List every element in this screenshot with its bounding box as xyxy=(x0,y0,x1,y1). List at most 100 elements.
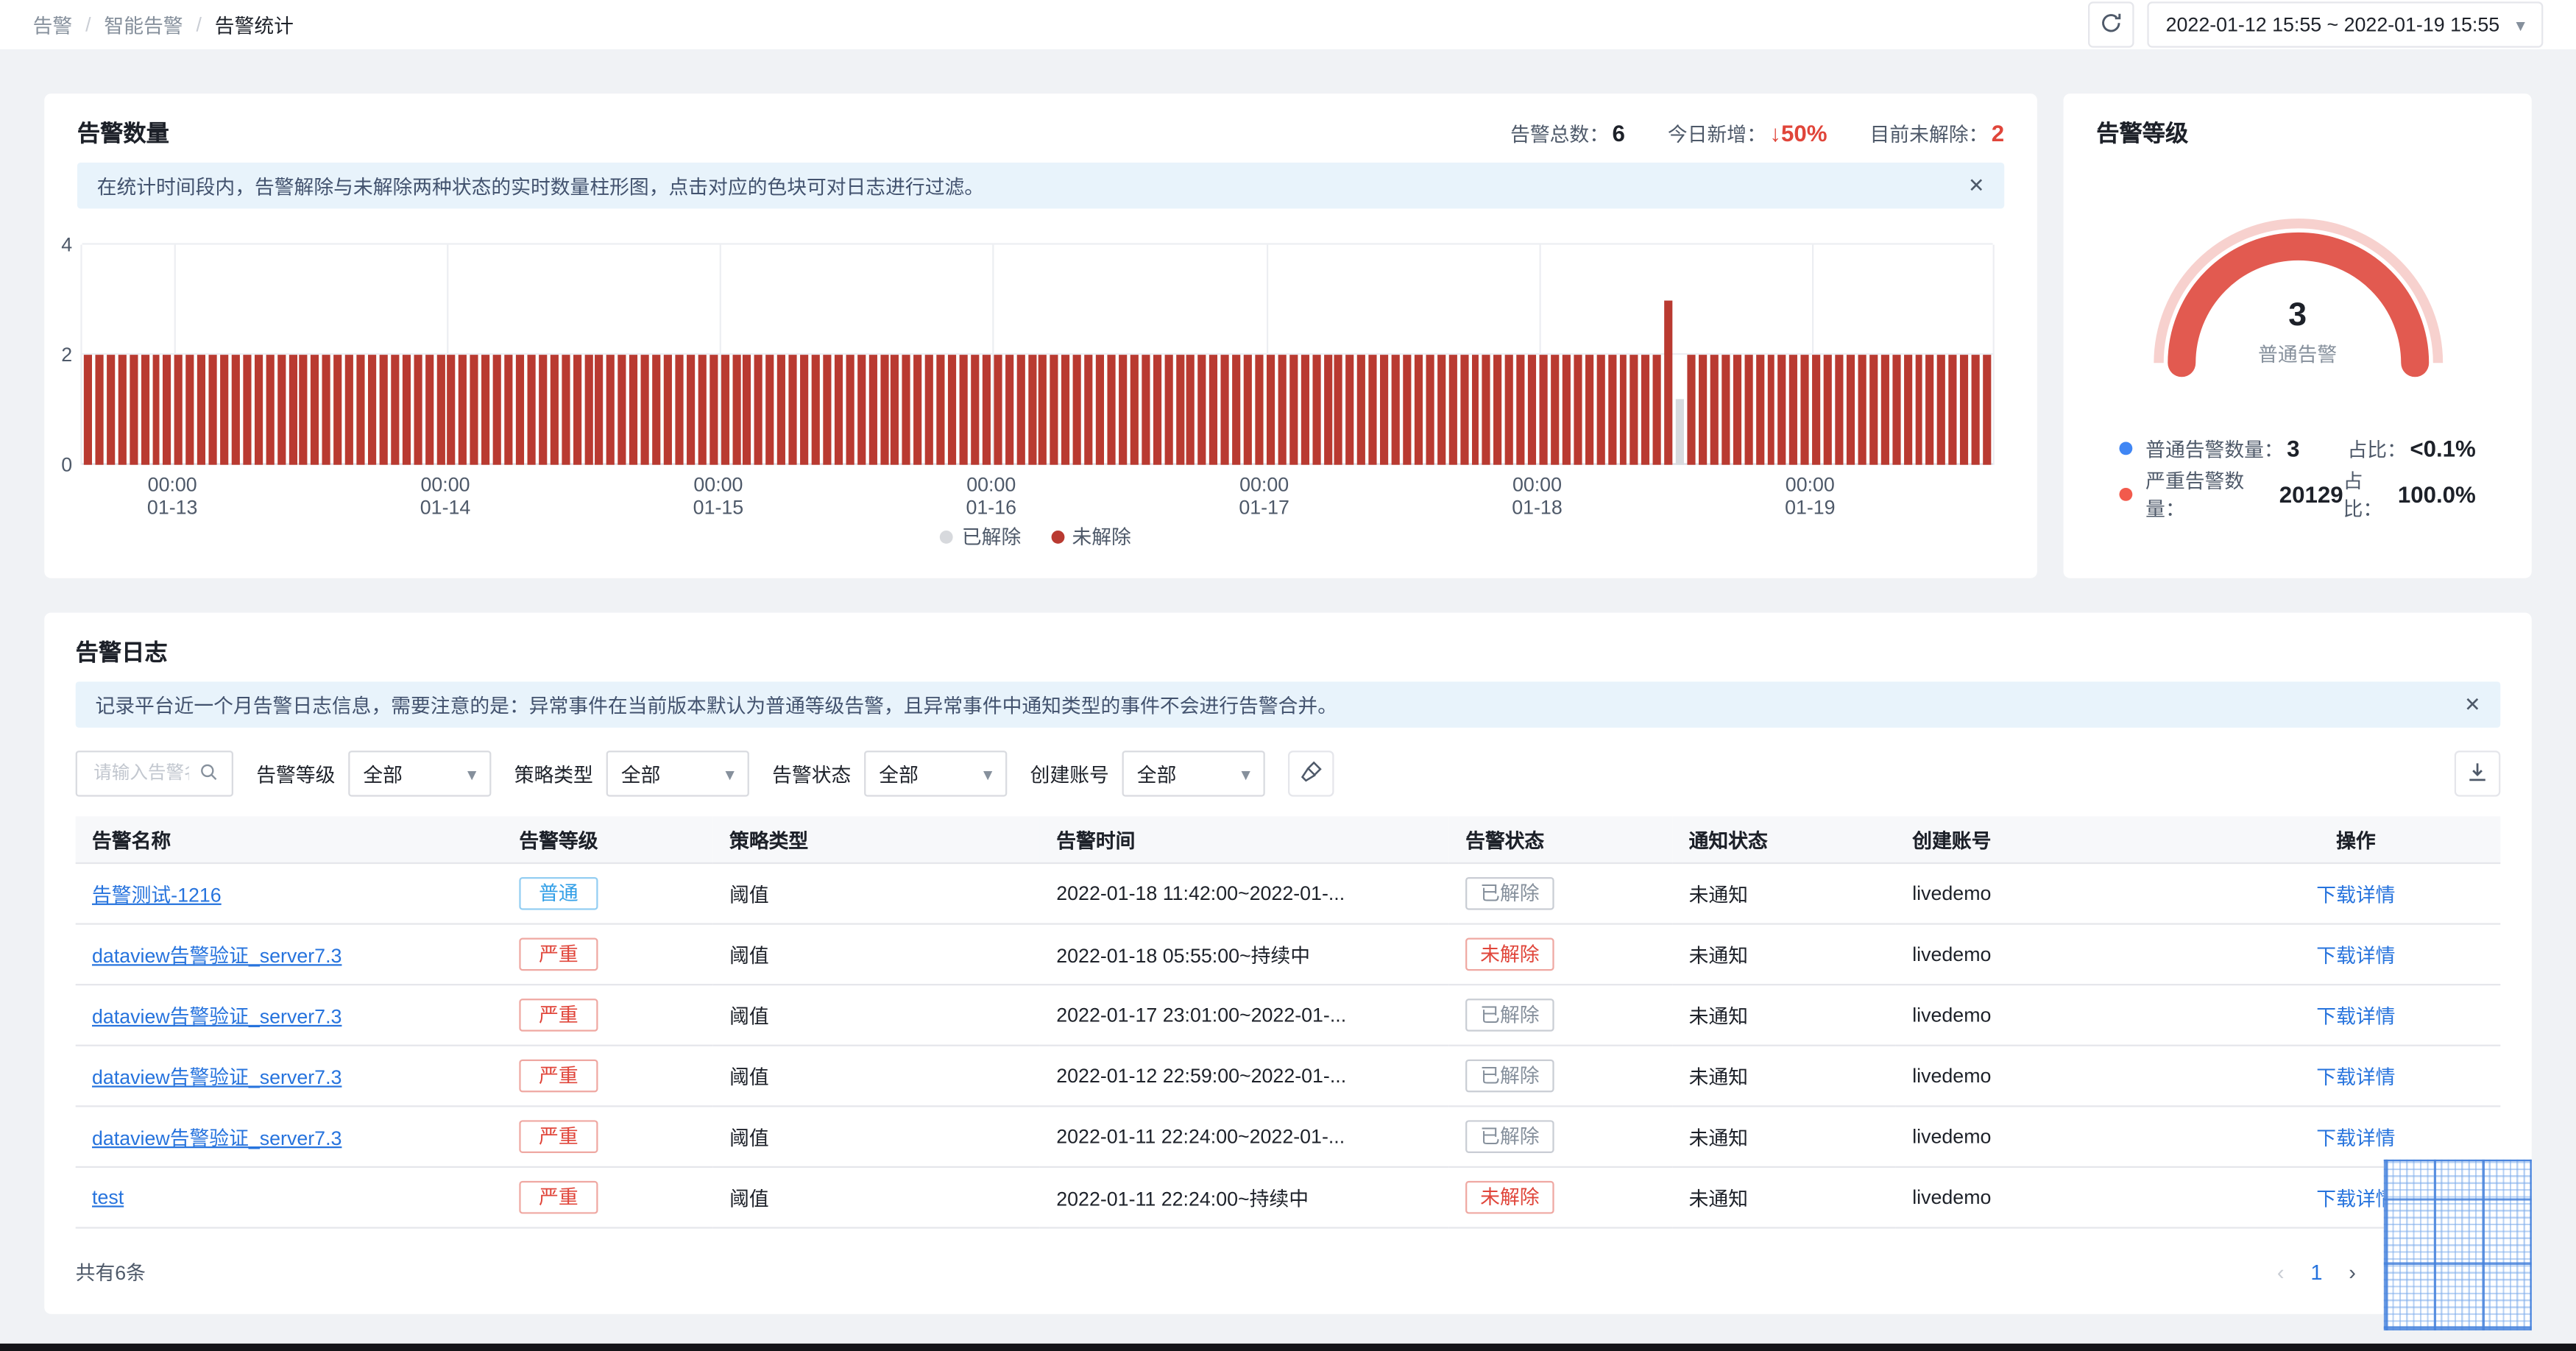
chart-bar[interactable] xyxy=(368,355,377,465)
chart-bar[interactable] xyxy=(379,355,388,465)
chart-bar[interactable] xyxy=(1482,355,1491,465)
chart-bar[interactable] xyxy=(629,355,638,465)
filter-select-2[interactable]: 全部 ▾ xyxy=(864,751,1008,797)
alert-name-link[interactable]: dataview告警验证_server7.3 xyxy=(92,1004,342,1027)
chart-bar[interactable] xyxy=(1835,355,1844,465)
chart-bar[interactable] xyxy=(1471,355,1480,465)
chart-bar[interactable] xyxy=(1175,355,1184,465)
chart-bar[interactable] xyxy=(573,355,581,465)
chart-bar[interactable] xyxy=(1664,299,1673,465)
chart-bar[interactable] xyxy=(686,355,695,465)
chart-bar[interactable] xyxy=(481,355,490,465)
chart-bar[interactable] xyxy=(1960,355,1969,465)
chart-bar[interactable] xyxy=(1539,355,1548,465)
chart-bar[interactable] xyxy=(982,355,991,465)
chart-bar[interactable] xyxy=(1687,355,1696,465)
chart-bar[interactable] xyxy=(83,355,92,465)
chart-bar[interactable] xyxy=(1437,355,1446,465)
close-icon[interactable]: ✕ xyxy=(2464,693,2480,716)
chart-bar[interactable] xyxy=(618,355,627,465)
chart-bar[interactable] xyxy=(1926,355,1935,465)
date-range-picker[interactable]: 2022-01-12 15:55 ~ 2022-01-19 15:55 ▾ xyxy=(2148,1,2544,48)
chart-bar[interactable] xyxy=(1641,355,1650,465)
chart-bar[interactable] xyxy=(1948,355,1958,465)
alert-name-link[interactable]: dataview告警验证_server7.3 xyxy=(92,943,342,966)
chart-bar[interactable] xyxy=(277,355,286,465)
pagination-next-icon[interactable]: › xyxy=(2349,1259,2356,1283)
chart-bar[interactable] xyxy=(1971,355,1980,465)
chart-bar[interactable] xyxy=(390,355,400,465)
chart-bar[interactable] xyxy=(1426,355,1434,465)
chart-bar[interactable] xyxy=(1164,355,1172,465)
chart-bar[interactable] xyxy=(1937,355,1946,465)
chart-bar[interactable] xyxy=(1892,355,1900,465)
chart-bar[interactable] xyxy=(606,355,615,465)
chart-bars[interactable] xyxy=(82,245,1993,465)
chart-bar[interactable] xyxy=(1653,355,1662,465)
chart-bar[interactable] xyxy=(1812,355,1821,465)
chart-bar[interactable] xyxy=(1391,355,1400,465)
chart-bar[interactable] xyxy=(1858,355,1866,465)
chart-bar[interactable] xyxy=(1301,355,1309,465)
chart-bar[interactable] xyxy=(333,355,342,465)
download-detail-link[interactable]: 下载详情 xyxy=(2316,943,2395,966)
chart-bar[interactable] xyxy=(300,355,308,465)
chart-bar[interactable] xyxy=(1380,355,1389,465)
chart-bar[interactable] xyxy=(1278,355,1287,465)
chart-bar[interactable] xyxy=(515,355,525,465)
chart-bar[interactable] xyxy=(1289,355,1298,465)
chart-bar[interactable] xyxy=(231,355,240,465)
legend-item-未解除[interactable]: 未解除 xyxy=(1050,522,1131,550)
chart-bar[interactable] xyxy=(788,355,797,465)
chart-bar[interactable] xyxy=(208,355,217,465)
chart-bar[interactable] xyxy=(288,355,297,465)
chart-bar[interactable] xyxy=(1801,355,1810,465)
chart-bar[interactable] xyxy=(777,355,786,465)
chart-bar[interactable] xyxy=(868,355,877,465)
chart-bar[interactable] xyxy=(811,355,820,465)
chart-bar[interactable] xyxy=(1243,355,1252,465)
chart-bar[interactable] xyxy=(185,355,194,465)
chart-bar[interactable] xyxy=(265,355,275,465)
chart-bar[interactable] xyxy=(1061,355,1070,465)
chart-bar[interactable] xyxy=(550,355,559,465)
chart-bar[interactable] xyxy=(425,355,434,465)
chart-bar[interactable] xyxy=(1516,355,1525,465)
chart-bar[interactable] xyxy=(1789,355,1798,465)
chart-bar[interactable] xyxy=(765,355,774,465)
chart-bar[interactable] xyxy=(959,355,968,465)
chart-bar[interactable] xyxy=(1323,355,1332,465)
chart-bar[interactable] xyxy=(1721,355,1730,465)
chart-bar[interactable] xyxy=(1220,355,1230,465)
chart-bar[interactable] xyxy=(402,355,411,465)
chart-bar[interactable] xyxy=(652,355,661,465)
chart-bar[interactable] xyxy=(1232,355,1241,465)
chart-bar[interactable] xyxy=(1209,355,1218,465)
clear-filters-button[interactable] xyxy=(1288,751,1334,797)
chart-bar[interactable] xyxy=(1050,355,1059,465)
chart-bar[interactable] xyxy=(1368,355,1377,465)
download-detail-link[interactable]: 下载详情 xyxy=(2316,883,2395,906)
chart-bar[interactable] xyxy=(1630,355,1639,465)
legend-item-已解除[interactable]: 已解除 xyxy=(940,522,1021,550)
chart-bar[interactable] xyxy=(174,355,183,465)
chart-bar[interactable] xyxy=(1255,355,1264,465)
chart-bar[interactable] xyxy=(141,355,149,465)
chart-bar[interactable] xyxy=(538,355,547,465)
breadcrumb-smart-alert[interactable]: 智能告警 xyxy=(104,11,183,39)
chart-bar[interactable] xyxy=(561,355,570,465)
chart-bar[interactable] xyxy=(311,355,319,465)
chart-bar[interactable] xyxy=(1914,355,1923,465)
chart-bar[interactable] xyxy=(936,355,945,465)
chart-bar[interactable] xyxy=(891,355,899,465)
chart-bar[interactable] xyxy=(1596,355,1604,465)
chart-bar[interactable] xyxy=(1618,355,1627,465)
chart-bar[interactable] xyxy=(846,355,854,465)
chart-bar[interactable] xyxy=(1983,355,1992,465)
chart-bar[interactable] xyxy=(834,355,843,465)
chart-bar[interactable] xyxy=(1733,355,1741,465)
chart-bar[interactable] xyxy=(1551,355,1560,465)
chart-bar[interactable] xyxy=(447,355,456,465)
chart-bar[interactable] xyxy=(1528,355,1537,465)
chart-bar[interactable] xyxy=(1118,355,1128,465)
